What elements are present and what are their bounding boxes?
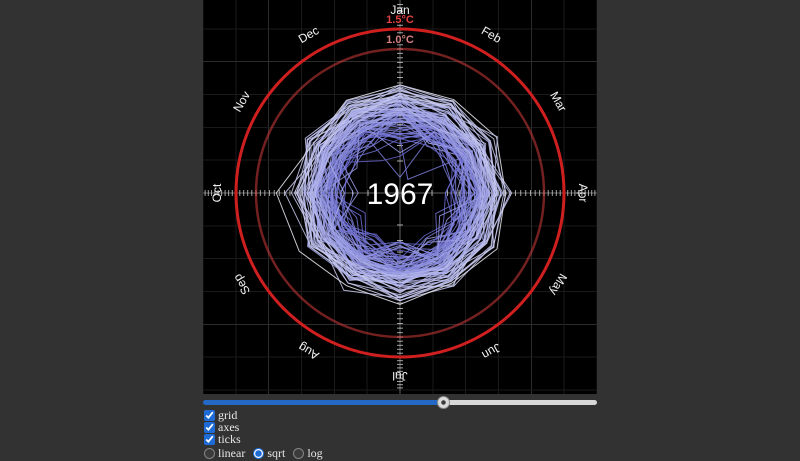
- ticks-checkbox-label: ticks: [218, 432, 241, 446]
- chart-canvas: 1.0°C1.5°CJanFebMarAprMayJunJulAugSepOct…: [203, 0, 597, 394]
- month-label-sep: Sep: [230, 271, 253, 297]
- climate-spiral-chart: 1.0°C1.5°CJanFebMarAprMayJunJulAugSepOct…: [203, 0, 597, 394]
- toggle-row-ticks: ticks: [204, 434, 597, 445]
- month-label-nov: Nov: [230, 89, 253, 114]
- scale-radio-label-sqrt: sqrt: [267, 446, 285, 460]
- axes-checkbox[interactable]: [204, 422, 215, 433]
- month-label-mar: Mar: [547, 89, 569, 114]
- scale-options: linear sqrt log: [204, 446, 597, 461]
- ring-label-1.0°C: 1.0°C: [386, 34, 414, 46]
- month-label-jul: Jul: [392, 369, 407, 383]
- toggle-row-grid: grid: [204, 410, 597, 421]
- scale-option-linear: linear: [204, 446, 245, 460]
- month-label-apr: Apr: [576, 184, 590, 203]
- year-slider[interactable]: [203, 396, 597, 409]
- display-toggles: gridaxesticks: [204, 410, 597, 445]
- scale-option-sqrt: sqrt: [253, 446, 285, 460]
- month-label-feb: Feb: [479, 23, 504, 46]
- month-label-oct: Oct: [210, 183, 224, 202]
- ticks-checkbox[interactable]: [204, 434, 215, 445]
- center-year-label: 1967: [367, 178, 434, 211]
- toggle-row-axes: axes: [204, 422, 597, 433]
- grid-checkbox[interactable]: [204, 410, 215, 421]
- scale-radio-label-log: log: [307, 446, 322, 460]
- scale-option-log: log: [293, 446, 322, 460]
- climate-spiral-app: 1.0°C1.5°CJanFebMarAprMayJunJulAugSepOct…: [203, 0, 597, 461]
- month-label-aug: Aug: [296, 340, 321, 363]
- month-label-may: May: [547, 271, 570, 298]
- month-label-jun: Jun: [480, 340, 504, 362]
- scale-radio-label-linear: linear: [218, 446, 245, 460]
- month-label-jan: Jan: [390, 3, 409, 17]
- month-label-dec: Dec: [296, 23, 321, 46]
